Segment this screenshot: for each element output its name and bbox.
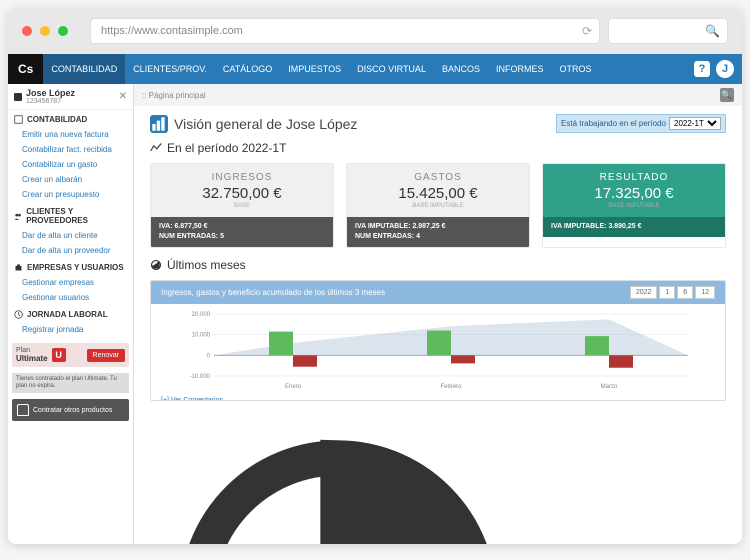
nav-catlogo[interactable]: CATÁLOGO <box>215 54 280 84</box>
chart-header: Ingresos, gastos y beneficio acumulado d… <box>151 281 725 304</box>
svg-text:Enero: Enero <box>285 384 302 390</box>
renovar-button[interactable]: Renovar <box>87 349 125 362</box>
svg-text:20.000: 20.000 <box>192 312 211 318</box>
user-id: 123456787 <box>26 98 75 105</box>
sidebar-link[interactable]: Registrar jornada <box>8 322 133 337</box>
sidebar-section-0: CONTABILIDAD <box>8 110 133 127</box>
chart-tab-6[interactable]: 6 <box>677 286 693 299</box>
period-select[interactable]: 2022-1T <box>669 117 721 130</box>
chart-comments-link[interactable]: [+] Ver Comentarios <box>161 397 715 401</box>
svg-text:Marzo: Marzo <box>601 384 618 390</box>
user-box[interactable]: Jose López 123456787 ✕ <box>8 84 133 110</box>
chart-panel: Ingresos, gastos y beneficio acumulado d… <box>150 280 726 401</box>
sidebar-link[interactable]: Crear un albarán <box>8 172 133 187</box>
period-badge: Está trabajando en el período 2022-1T <box>556 114 726 133</box>
user-tools-icon[interactable]: ✕ <box>119 91 127 102</box>
stat-card-resultado: RESULTADO17.325,00 €BASE IMPUTABLEIVA IM… <box>542 163 726 248</box>
svg-text:Febrero: Febrero <box>440 384 462 390</box>
nav-contabilidad[interactable]: CONTABILIDAD <box>43 54 125 84</box>
nav-clientesprov[interactable]: CLIENTES/PROV. <box>125 54 215 84</box>
address-bar[interactable] <box>90 18 600 44</box>
sidebar-section-2: EMPRESAS Y USUARIOS <box>8 258 133 275</box>
user-icon <box>14 93 22 101</box>
chart-header-text: Ingresos, gastos y beneficio acumulado d… <box>161 288 385 297</box>
titlebar: ⟳ 🔍 <box>8 8 742 54</box>
period-section-title: En el período 2022-1T <box>150 141 726 155</box>
months-section-title: Últimos meses <box>150 258 726 272</box>
plan-name: Ultimate <box>16 354 48 363</box>
main-content: :: Página principal 🔍 Visión general de … <box>134 84 742 544</box>
page-title: Visión general de Jose López <box>174 116 357 132</box>
chart-tab-1[interactable]: 1 <box>659 286 675 299</box>
bag-icon <box>17 404 29 416</box>
breadcrumb: :: Página principal 🔍 <box>134 84 742 106</box>
plan-badge: U <box>52 348 66 362</box>
nav-bancos[interactable]: BANCOS <box>434 54 488 84</box>
chart-tab-12[interactable]: 12 <box>695 286 715 299</box>
sidebar-link[interactable]: Emitir una nueva factura <box>8 127 133 142</box>
maximize-dot[interactable] <box>58 26 68 36</box>
sidebar-link[interactable]: Dar de alta un cliente <box>8 228 133 243</box>
sidebar-link[interactable]: Contabilizar fact. recibida <box>8 142 133 157</box>
sidebar-link[interactable]: Dar de alta un proveedor <box>8 243 133 258</box>
sidebar-link[interactable]: Gestionar empresas <box>8 275 133 290</box>
close-dot[interactable] <box>22 26 32 36</box>
svg-text:0: 0 <box>207 353 211 359</box>
sidebar: Jose López 123456787 ✕ CONTABILIDADEmiti… <box>8 84 134 544</box>
avatar[interactable]: J <box>716 60 734 78</box>
top-nav: Cs CONTABILIDADCLIENTES/PROV.CATÁLOGOIMP… <box>8 54 742 84</box>
minimize-dot[interactable] <box>40 26 50 36</box>
page-search-icon[interactable]: 🔍 <box>720 88 734 102</box>
nav-discovirtual[interactable]: DISCO VIRTUAL <box>349 54 434 84</box>
contratar-button[interactable]: Contratar otros productos <box>12 399 129 421</box>
stat-card-ingresos: INGRESOS32.750,00 €BASEIVA: 6.877,50 €NU… <box>150 163 334 248</box>
chart-tab-2022[interactable]: 2022 <box>630 286 658 299</box>
chart-canvas: -10.000 0 10.000 20.000 Enero Febrero Marzo <box>161 310 715 390</box>
contratar-label: Contratar otros productos <box>33 407 112 414</box>
invoices-section-title: Facturas pagadas, pendientes y vencidas … <box>150 411 726 544</box>
sidebar-section-1: CLIENTES Y PROVEEDORES <box>8 202 133 228</box>
stat-card-gastos: GASTOS15.425,00 €BASE IMPUTABLEIVA IMPUT… <box>346 163 530 248</box>
search-icon[interactable]: 🔍 <box>705 24 720 38</box>
plan-box: Plan Ultimate U Renovar <box>12 343 129 367</box>
logo[interactable]: Cs <box>8 54 43 84</box>
breadcrumb-text: :: Página principal <box>142 91 206 100</box>
sidebar-link[interactable]: Contabilizar un gasto <box>8 157 133 172</box>
period-label: Está trabajando en el período <box>561 119 666 128</box>
sidebar-link[interactable]: Gestionar usuarios <box>8 290 133 305</box>
overview-icon <box>150 115 168 133</box>
sidebar-section-3: JORNADA LABORAL <box>8 305 133 322</box>
plan-note: Tienes contratado el plan Ultimate. Tu p… <box>12 373 129 393</box>
plan-label: Plan <box>16 347 48 354</box>
nav-otros[interactable]: OTROS <box>551 54 599 84</box>
refresh-icon[interactable]: ⟳ <box>582 24 592 38</box>
help-icon[interactable]: ? <box>694 61 710 77</box>
nav-informes[interactable]: INFORMES <box>488 54 552 84</box>
nav-impuestos[interactable]: IMPUESTOS <box>280 54 349 84</box>
svg-text:10.000: 10.000 <box>192 332 211 338</box>
sidebar-link[interactable]: Crear un presupuesto <box>8 187 133 202</box>
svg-text:-10.000: -10.000 <box>190 374 211 380</box>
user-name: Jose López <box>26 88 75 98</box>
